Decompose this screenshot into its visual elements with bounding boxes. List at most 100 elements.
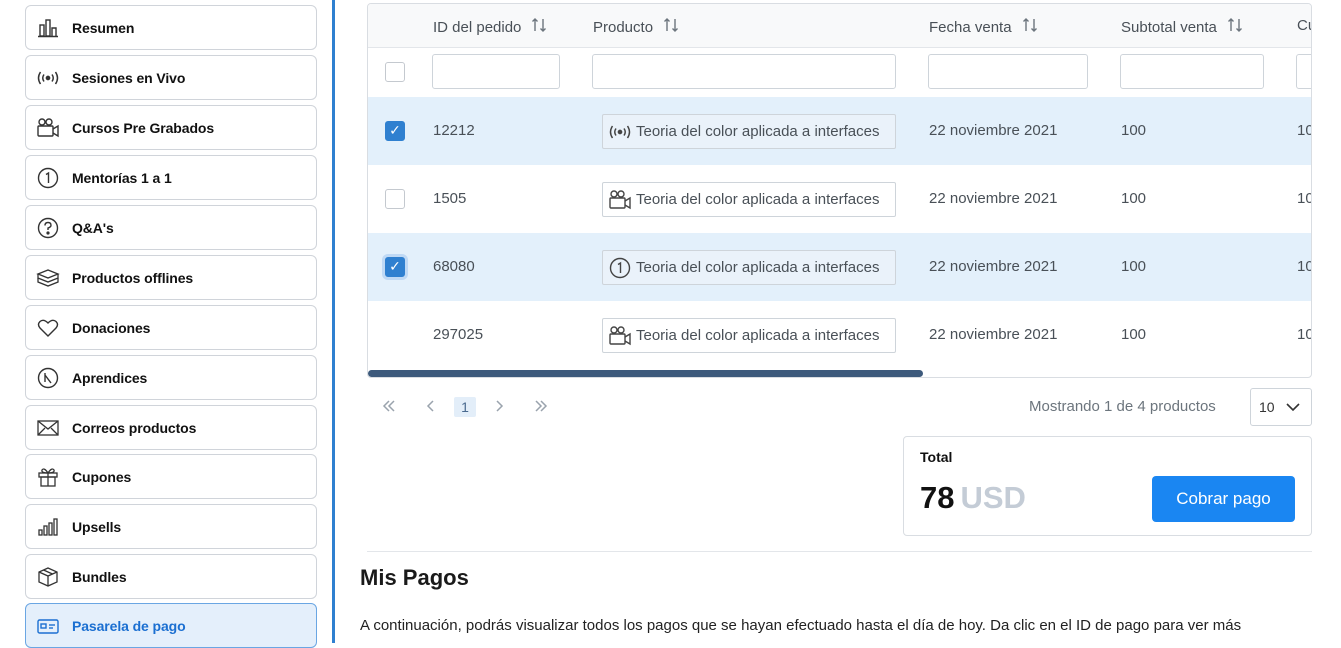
broadcast-icon (36, 66, 60, 90)
learner-icon (36, 366, 60, 390)
cube-icon (36, 565, 60, 589)
table-row[interactable]: ✓ 68080 Teoria del color aplicada a inte… (368, 233, 1311, 301)
horizontal-scrollbar[interactable] (368, 370, 923, 377)
subtotal-cell: 100 (1121, 190, 1147, 207)
sidebar-item-productos-offlines[interactable]: Productos offlines (25, 255, 317, 300)
column-header-product[interactable]: Producto (593, 17, 679, 37)
next-filter-input[interactable] (1296, 54, 1311, 89)
product-name: Teoria del color aplicada a interfaces (636, 191, 880, 208)
previous-page-icon[interactable] (422, 397, 440, 420)
sidebar-item-upsells[interactable]: Upsells (25, 504, 317, 549)
first-page-icon[interactable] (380, 397, 398, 420)
select-all-checkbox[interactable] (385, 62, 405, 82)
sidebar-item-label: Aprendices (72, 369, 148, 386)
charge-payment-button[interactable]: Cobrar pago (1152, 476, 1295, 522)
sidebar-item-correos-productos[interactable]: Correos productos (25, 405, 317, 450)
sidebar-item-qa[interactable]: Q&A's (25, 205, 317, 250)
sidebar-item-label: Resumen (72, 19, 135, 36)
date-cell: 22 noviembre 2021 (929, 326, 1058, 343)
heart-icon (36, 316, 60, 340)
sidebar-item-label: Q&A's (72, 219, 114, 236)
sidebar-item-mentorias[interactable]: Mentorías 1 a 1 (25, 155, 317, 200)
row-checkbox[interactable]: ✓ (385, 121, 405, 141)
row-checkbox[interactable]: ✓ (385, 257, 405, 277)
product-name: Teoria del color aplicada a interfaces (636, 327, 880, 344)
product-chip[interactable]: Teoria del color aplicada a interfaces (602, 250, 896, 285)
sort-icon[interactable] (663, 17, 679, 37)
column-header-subtotal[interactable]: Subtotal venta (1121, 17, 1243, 37)
section-divider (367, 551, 1312, 552)
rows-per-page-select[interactable]: 10 (1250, 388, 1312, 426)
payments-title: Mis Pagos (360, 565, 469, 590)
sidebar-item-label: Cupones (72, 468, 132, 485)
sidebar-item-resumen[interactable]: Resumen (25, 5, 317, 50)
table-header-row: ID del pedido Producto Fecha venta Subto… (368, 4, 1311, 48)
next-cell: 10 (1297, 190, 1311, 207)
sidebar-item-label: Productos offlines (72, 269, 194, 286)
page-number-button[interactable]: 1 (454, 397, 476, 417)
bar-chart-icon (36, 515, 60, 539)
video-camera-icon (36, 116, 60, 140)
sidebar-item-donaciones[interactable]: Donaciones (25, 305, 317, 350)
sidebar-item-sesiones-en-vivo[interactable]: Sesiones en Vivo (25, 55, 317, 100)
order-id-filter-input[interactable] (432, 54, 560, 89)
product-chip[interactable]: Teoria del color aplicada a interfaces (602, 114, 896, 149)
last-page-icon[interactable] (532, 397, 550, 420)
chart-icon (36, 16, 60, 40)
sort-icon[interactable] (1022, 17, 1038, 37)
sidebar: Resumen Sesiones en Vivo Cursos Pre Grab… (0, 0, 335, 648)
number-one-icon (608, 256, 632, 280)
sidebar-item-aprendices[interactable]: Aprendices (25, 355, 317, 400)
date-cell: 22 noviembre 2021 (929, 190, 1058, 207)
sidebar-item-label: Donaciones (72, 319, 151, 336)
subtotal-cell: 100 (1121, 122, 1147, 139)
order-id-cell[interactable]: 68080 (433, 258, 475, 275)
column-header-date[interactable]: Fecha venta (929, 17, 1038, 37)
gift-icon (36, 465, 60, 489)
product-filter-input[interactable] (592, 54, 896, 89)
order-id-cell[interactable]: 12212 (433, 122, 475, 139)
table-row[interactable]: ✓ 12212 Teoria del color aplicada a inte… (368, 97, 1311, 165)
product-chip[interactable]: Teoria del color aplicada a interfaces (602, 182, 896, 217)
table-row[interactable]: 297025 Teoria del color aplicada a inter… (368, 301, 1311, 369)
pagination-summary: Mostrando 1 de 4 productos (1029, 398, 1216, 415)
question-icon (36, 216, 60, 240)
next-page-icon[interactable] (490, 397, 508, 420)
payments-description: A continuación, podrás visualizar todos … (360, 617, 1242, 634)
column-header-next[interactable]: Cu (1297, 17, 1311, 34)
sidebar-item-label: Sesiones en Vivo (72, 69, 186, 86)
sidebar-item-label: Cursos Pre Grabados (72, 119, 215, 136)
sidebar-item-bundles[interactable]: Bundles (25, 554, 317, 599)
next-cell: 10 (1297, 122, 1311, 139)
video-camera-icon (608, 188, 632, 212)
subtotal-cell: 100 (1121, 326, 1147, 343)
sort-icon[interactable] (531, 17, 547, 37)
total-currency: USD (960, 480, 1026, 515)
total-amount-value: 78 (920, 480, 955, 515)
next-cell: 10 (1297, 258, 1311, 275)
next-cell: 10 (1297, 326, 1311, 343)
order-id-cell[interactable]: 1505 (433, 190, 466, 207)
sidebar-item-cursos-pre-grabados[interactable]: Cursos Pre Grabados (25, 105, 317, 150)
sidebar-item-cupones[interactable]: Cupones (25, 454, 317, 499)
number-one-icon (36, 166, 60, 190)
sidebar-item-pasarela-de-pago[interactable]: Pasarela de pago (25, 603, 317, 648)
subtotal-filter-input[interactable] (1120, 54, 1264, 89)
total-label: Total (920, 449, 953, 465)
chevron-down-icon (1285, 399, 1301, 418)
column-header-order-id[interactable]: ID del pedido (433, 17, 547, 37)
product-chip[interactable]: Teoria del color aplicada a interfaces (602, 318, 896, 353)
table-row[interactable]: 1505 Teoria del color aplicada a interfa… (368, 165, 1311, 233)
sort-icon[interactable] (1227, 17, 1243, 37)
product-name: Teoria del color aplicada a interfaces (636, 123, 880, 140)
row-checkbox[interactable] (385, 189, 405, 209)
sidebar-item-label: Bundles (72, 568, 127, 585)
broadcast-icon (608, 120, 632, 144)
date-cell: 22 noviembre 2021 (929, 122, 1058, 139)
orders-table: ID del pedido Producto Fecha venta Subto… (367, 3, 1312, 378)
date-filter-input[interactable] (928, 54, 1088, 89)
order-id-cell[interactable]: 297025 (433, 326, 483, 343)
sidebar-item-label: Upsells (72, 518, 122, 535)
date-cell: 22 noviembre 2021 (929, 258, 1058, 275)
envelope-icon (36, 416, 60, 440)
